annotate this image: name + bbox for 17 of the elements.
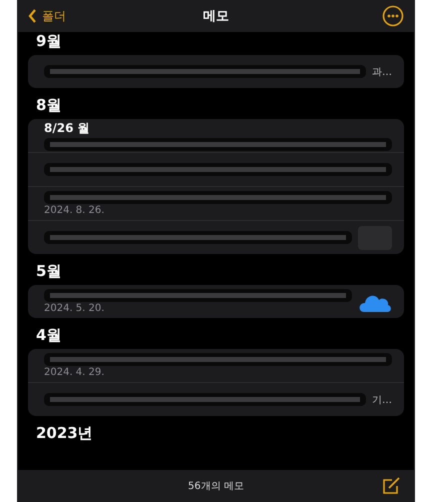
note-date: 2024. 5. 20.: [44, 303, 106, 314]
chevron-left-icon: [28, 9, 37, 23]
note-date: 2024. 4. 29.: [44, 367, 106, 378]
section-heading: 2023년: [35, 424, 94, 442]
section-heading: 4월: [35, 326, 62, 344]
section-heading: 9월: [35, 32, 62, 50]
section-heading: 8월: [35, 96, 62, 114]
note-snippet: 과…: [372, 66, 392, 78]
more-icon[interactable]: [382, 5, 404, 27]
back-button[interactable]: 폴더: [28, 8, 66, 24]
note-date: 2024. 8. 26.: [44, 205, 106, 216]
note-title[interactable]: 8/26 월: [44, 120, 392, 137]
note-snippet: 기…: [372, 394, 392, 406]
note-count: 56개의 메모: [188, 480, 244, 493]
section-heading: 5월: [35, 262, 62, 280]
compose-icon[interactable]: [382, 477, 402, 495]
window-title: 메모: [202, 8, 230, 25]
